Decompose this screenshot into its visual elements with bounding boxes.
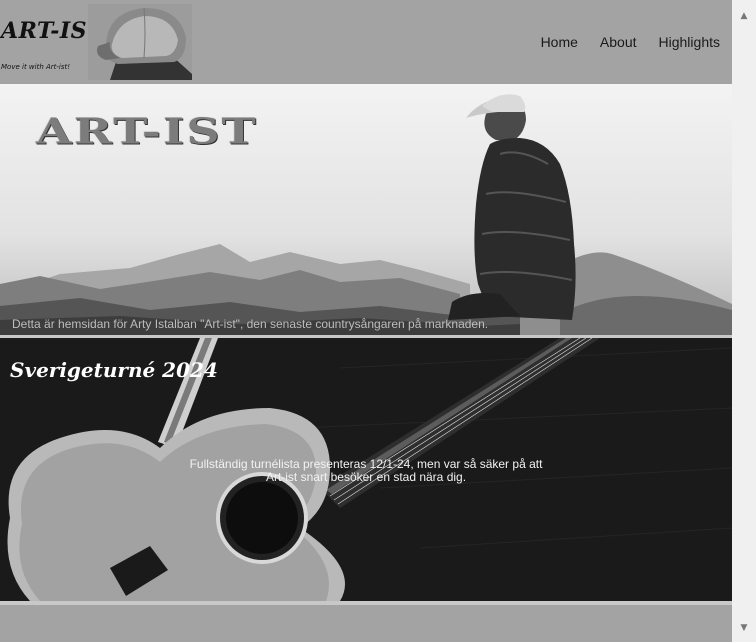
vertical-scrollbar[interactable]: ▲ ▼ xyxy=(732,0,756,642)
nav-about-link[interactable]: About xyxy=(600,34,637,50)
site-header: ART-IST Move it with Art-ist! Home About… xyxy=(0,0,732,84)
main-nav: Home About Highlights xyxy=(541,34,720,50)
tour-description: Fullständig turnélista presenteras 12/1-… xyxy=(189,457,543,484)
chevron-up-icon[interactable]: ▲ xyxy=(732,6,756,26)
nav-home-link[interactable]: Home xyxy=(541,34,578,50)
hero-title: ART-IST xyxy=(36,110,258,153)
tour-title: Sverigeturné 2024 xyxy=(10,358,218,382)
site-tagline: Move it with Art-ist! xyxy=(1,63,71,71)
site-footer xyxy=(0,601,732,642)
cap-image xyxy=(88,4,192,80)
hero-caption: Detta är hemsidan för Arty Istalban "Art… xyxy=(12,317,489,331)
hero-banner: ART-IST Detta är hemsidan för Arty Istal… xyxy=(0,84,732,335)
chevron-down-icon[interactable]: ▼ xyxy=(732,618,756,638)
page: ART-IST Move it with Art-ist! Home About… xyxy=(0,0,732,642)
tour-section: Sverigeturné 2024 Fullständig turnélista… xyxy=(0,338,732,601)
nav-highlights-link[interactable]: Highlights xyxy=(659,34,720,50)
